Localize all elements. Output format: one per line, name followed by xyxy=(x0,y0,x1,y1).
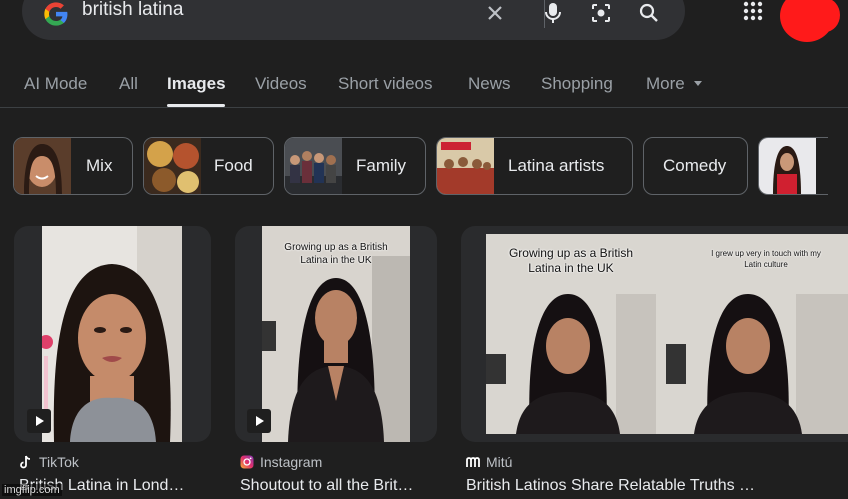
search-input[interactable] xyxy=(82,0,462,21)
source-label: TikTok xyxy=(39,454,79,470)
chip-latina-artists[interactable]: Latina artists xyxy=(436,137,633,195)
result-3-source[interactable]: Mitú xyxy=(466,454,512,470)
tab-short-videos[interactable]: Short videos xyxy=(338,74,433,94)
chip-family[interactable]: Family xyxy=(284,137,426,195)
chip-mix[interactable]: Mix xyxy=(13,137,133,195)
tab-images[interactable]: Images xyxy=(167,74,226,94)
chip-partial[interactable] xyxy=(758,137,828,195)
chip-label: Mix xyxy=(86,156,113,175)
chip-label: Food xyxy=(214,156,253,175)
chip-food-thumbnail xyxy=(144,138,201,194)
microphone-icon[interactable] xyxy=(538,0,568,28)
chip-food[interactable]: Food xyxy=(143,137,274,195)
clear-icon[interactable] xyxy=(480,0,510,28)
tab-ai-mode[interactable]: AI Mode xyxy=(24,74,87,94)
video-play-icon xyxy=(247,409,271,433)
search-icon[interactable] xyxy=(634,0,664,28)
result-2-source[interactable]: Instagram xyxy=(240,454,322,470)
chip-label: Family xyxy=(356,156,407,175)
tab-shopping[interactable]: Shopping xyxy=(541,74,613,94)
search-bar[interactable] xyxy=(22,0,685,40)
tab-news[interactable]: News xyxy=(468,74,511,94)
result-3-overlay-text-2: I grew up very in touch with my Latin cu… xyxy=(711,249,821,269)
result-3-overlay-text: Growing up as a British Latina in the UK xyxy=(508,246,634,275)
tiktok-icon xyxy=(20,455,31,469)
account-avatar[interactable] xyxy=(780,0,840,42)
result-3-title[interactable]: British Latinos Share Relatable Truths … xyxy=(466,477,755,495)
chip-family-thumbnail xyxy=(285,138,342,194)
result-card-1[interactable] xyxy=(14,226,211,442)
more-caret-icon xyxy=(694,81,702,86)
result-card-2[interactable]: Growing up as a British Latina in the UK xyxy=(235,226,437,442)
result-2-title[interactable]: Shoutout to all the Brit… xyxy=(240,477,413,495)
tab-all[interactable]: All xyxy=(119,74,138,94)
result-2-overlay-text: Growing up as a British Latina in the UK xyxy=(284,242,388,266)
search-tabs: AI Mode All Images Videos Short videos N… xyxy=(0,64,848,108)
chip-mix-thumbnail xyxy=(14,138,71,194)
result-1-image xyxy=(42,226,182,442)
chip-partial-thumbnail xyxy=(759,138,816,194)
chip-label: Latina artists xyxy=(508,156,605,175)
video-play-icon xyxy=(27,409,51,433)
chip-comedy[interactable]: Comedy xyxy=(643,137,748,195)
chip-latina-artists-thumbnail xyxy=(437,138,494,194)
imgflip-watermark: imgflip.com xyxy=(2,484,62,496)
apps-grid-icon[interactable] xyxy=(742,0,764,22)
tab-videos[interactable]: Videos xyxy=(255,74,307,94)
mitu-icon xyxy=(466,457,480,467)
instagram-icon xyxy=(240,455,254,469)
active-tab-indicator xyxy=(167,104,225,107)
tab-more[interactable]: More xyxy=(646,74,685,94)
result-card-3[interactable]: Growing up as a British Latina in the UK… xyxy=(461,226,848,442)
result-1-source[interactable]: TikTok xyxy=(19,454,79,470)
source-label: Mitú xyxy=(486,454,513,470)
source-label: Instagram xyxy=(260,454,323,470)
lens-camera-icon[interactable] xyxy=(586,0,616,28)
chip-label: Comedy xyxy=(663,156,727,175)
google-logo-icon xyxy=(44,2,68,26)
